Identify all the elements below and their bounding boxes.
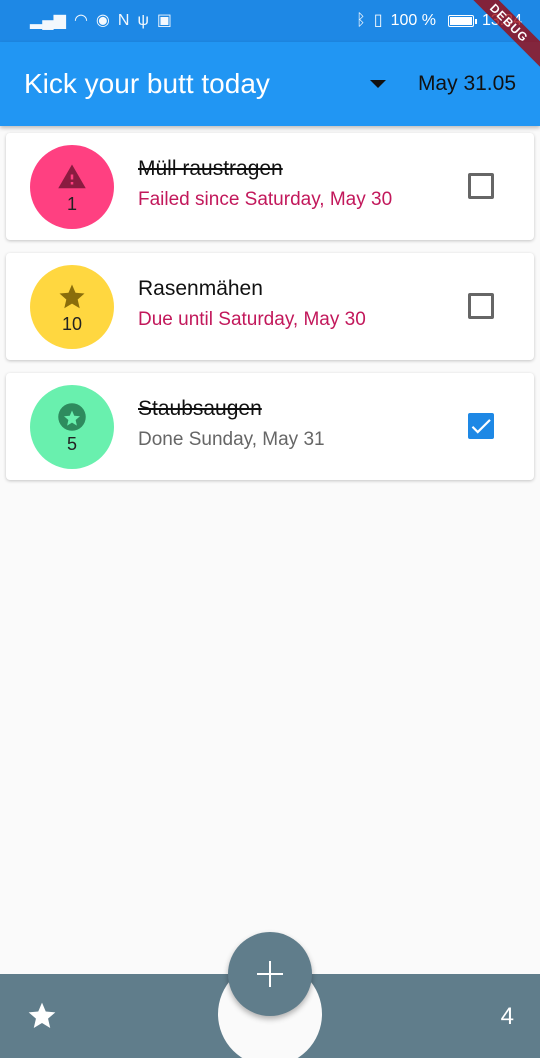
task-avatar: 5 xyxy=(30,385,114,469)
star-icon xyxy=(59,284,85,308)
date-dropdown-value: May 31.05 xyxy=(417,72,516,95)
vibrate-icon: ▯ xyxy=(373,12,383,29)
task-checkbox[interactable] xyxy=(468,293,494,319)
task-count: 10 xyxy=(61,313,83,334)
task-status: Failed since Saturday, May 30 xyxy=(138,189,393,210)
signal-icon: ▂▄▆ xyxy=(30,12,66,29)
date-dropdown[interactable]: May 31.05 xyxy=(369,72,516,96)
task-count: 5 xyxy=(66,433,77,454)
battery-percent: 100 % xyxy=(390,12,436,29)
star-icon[interactable] xyxy=(26,1000,58,1032)
app-bar: Kick your butt today May 31.05 xyxy=(0,42,540,126)
battery-icon xyxy=(447,15,477,27)
app-title: Kick your butt today xyxy=(24,68,270,99)
dropdown-arrow-icon[interactable] xyxy=(369,80,386,88)
wifi-icon: ◠ xyxy=(73,12,88,29)
bluetooth-icon: ᛒ xyxy=(356,12,366,29)
check-icon xyxy=(471,419,491,434)
task-name: Müll raustragen xyxy=(138,157,283,180)
task-checkbox[interactable] xyxy=(468,173,494,199)
task-name: Rasenmähen xyxy=(138,277,263,300)
star-circle-icon xyxy=(58,402,86,431)
task-name: Staubsaugen xyxy=(138,397,262,420)
task-card[interactable]: 10 Rasenmähen Due until Saturday, May 30 xyxy=(6,253,534,360)
task-checkbox[interactable] xyxy=(468,413,494,439)
status-icons-left: ▂▄▆ ◠ ◉ N ψ ▣ xyxy=(30,13,172,29)
task-text: Staubsaugen Done Sunday, May 31 xyxy=(138,397,325,451)
notification-icon: ▣ xyxy=(156,12,172,29)
task-text: Rasenmähen Due until Saturday, May 30 xyxy=(138,277,366,331)
status-bar: ▂▄▆ ◠ ◉ N ψ ▣ ᛒ ▯ 100 % 13:34 xyxy=(0,0,540,42)
star-count: 4 xyxy=(500,1003,514,1030)
nfc-icon: N xyxy=(117,12,130,29)
task-card[interactable]: 5 Staubsaugen Done Sunday, May 31 xyxy=(6,373,534,480)
task-status: Done Sunday, May 31 xyxy=(138,429,325,450)
task-list: 1 Müll raustragen Failed since Saturday,… xyxy=(6,133,534,493)
add-task-button[interactable] xyxy=(228,932,312,1016)
task-avatar: 10 xyxy=(30,265,114,349)
task-text: Müll raustragen Failed since Saturday, M… xyxy=(138,157,392,211)
task-card[interactable]: 1 Müll raustragen Failed since Saturday,… xyxy=(6,133,534,240)
task-count: 1 xyxy=(66,193,77,214)
plus-icon xyxy=(257,961,283,987)
warning-icon xyxy=(58,164,86,188)
eye-icon: ◉ xyxy=(95,12,110,29)
usb-icon: ψ xyxy=(137,12,149,29)
task-status: Due until Saturday, May 30 xyxy=(138,309,366,330)
task-avatar: 1 xyxy=(30,145,114,229)
